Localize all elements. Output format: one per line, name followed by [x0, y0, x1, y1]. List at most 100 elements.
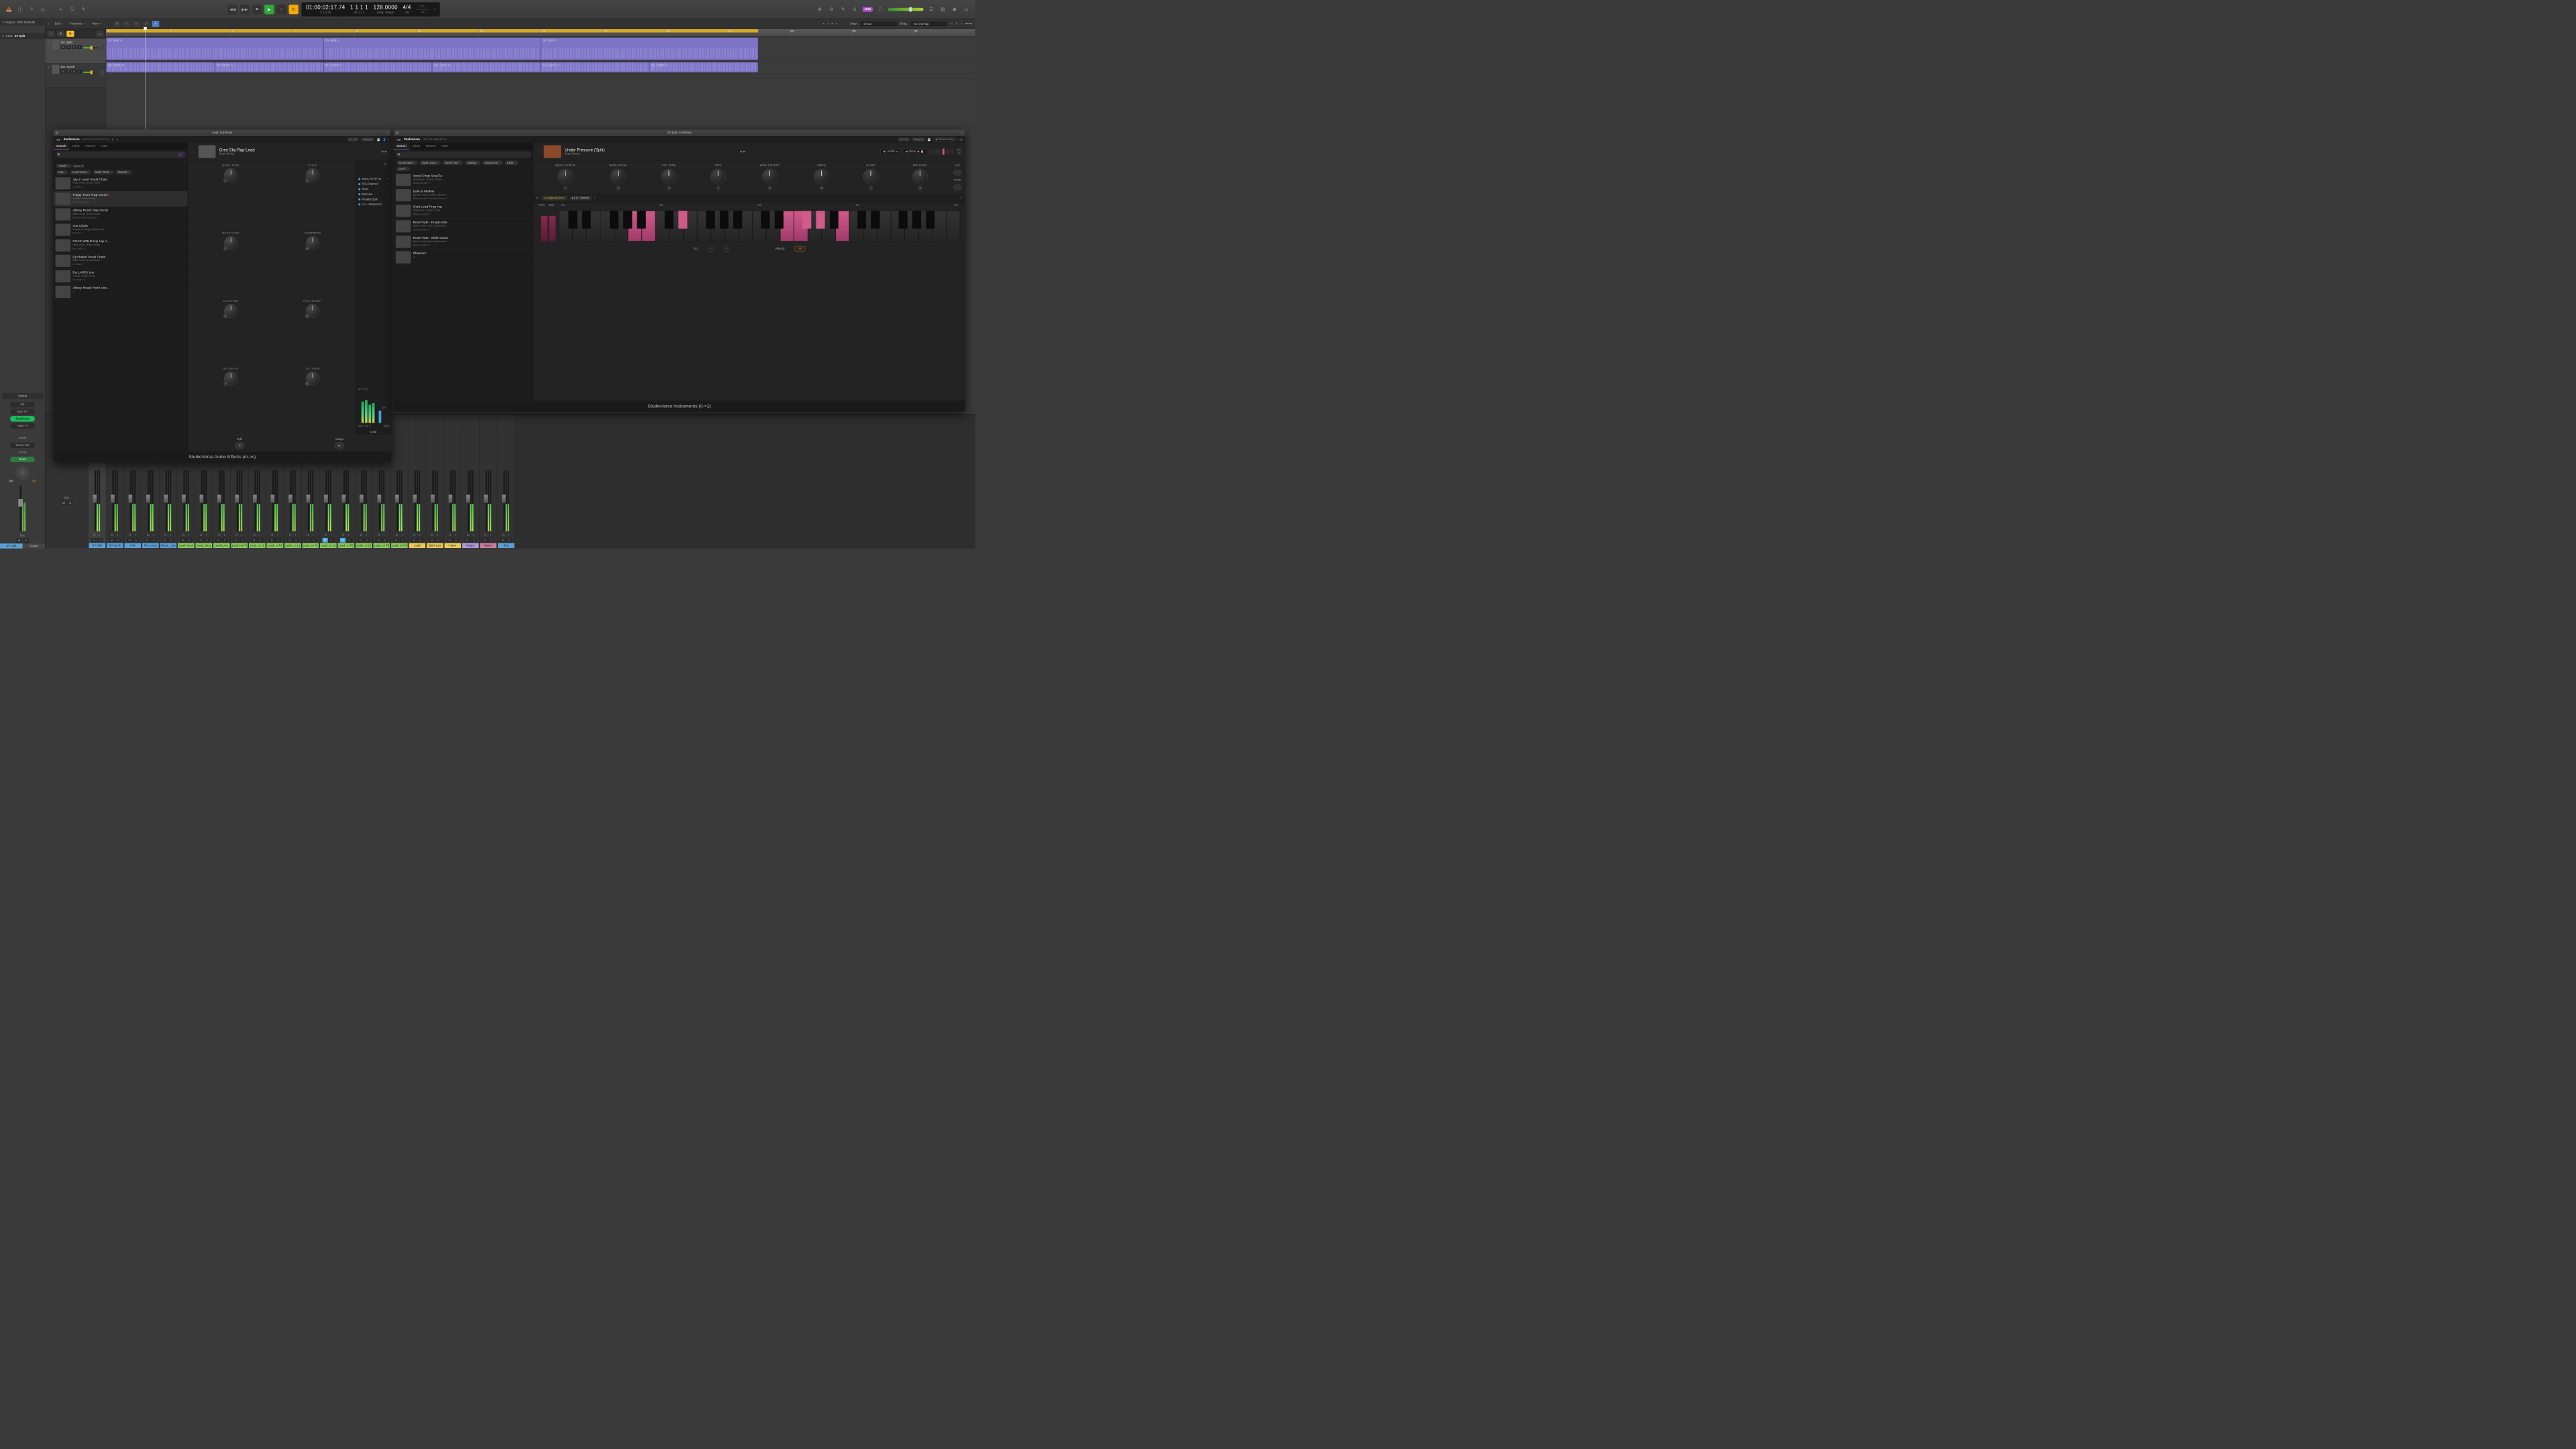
functions-menu[interactable]: Functions: [67, 21, 87, 27]
close-icon[interactable]: [56, 131, 59, 135]
piano-key[interactable]: [628, 211, 642, 241]
snap-select[interactable]: Smart: [860, 21, 898, 27]
expand-icon[interactable]: ⛶: [387, 131, 389, 135]
wave-view-icon[interactable]: ∿: [123, 21, 131, 27]
tag-chip[interactable]: EDM: [504, 160, 518, 165]
auto-icon[interactable]: ⤢: [143, 21, 150, 27]
prev-icon[interactable]: ◀: [381, 150, 383, 153]
piano-key[interactable]: [822, 211, 836, 241]
knob[interactable]: [661, 169, 677, 184]
track-header[interactable]: Track: SV Split: [0, 33, 45, 39]
piano-key[interactable]: [808, 211, 822, 241]
plugin-titlebar[interactable]: SV Split: Full Reset ⛶: [394, 129, 965, 136]
stop-button[interactable]: ■: [252, 5, 262, 14]
knob[interactable]: [557, 169, 573, 184]
ai-icon[interactable]: ✦: [178, 152, 184, 158]
region[interactable]: BG Synth ⟲: [106, 62, 215, 72]
piano-key[interactable]: [835, 211, 849, 241]
chain-expand-icon[interactable]: ⤢: [961, 197, 963, 200]
piano-key[interactable]: [877, 211, 891, 241]
browser-tab[interactable]: Search: [54, 143, 69, 150]
knob[interactable]: 6: [306, 304, 319, 317]
tag-chip[interactable]: Pop: [56, 170, 68, 175]
region[interactable]: BG Synth ⟲: [541, 62, 649, 72]
knob[interactable]: [710, 169, 726, 184]
plugin-window-audiofx[interactable]: Lead: Full Reset ⛶ ◀ ▶ StudioVerse AUDIO…: [54, 129, 392, 462]
lcd-display[interactable]: 01:00:02:17.742 2 4 46 1 1 1 125 1 1 1 1…: [301, 2, 439, 16]
automation-read[interactable]: Read: [10, 457, 35, 462]
piano-key[interactable]: [932, 211, 947, 241]
tag-chip[interactable]: Analog: [464, 160, 480, 165]
midifx-slot[interactable]: MIDI FX: [10, 409, 35, 415]
flex-icon[interactable]: ⎌: [133, 21, 140, 27]
stereo-out[interactable]: Stereo Out: [10, 443, 35, 448]
preset-item[interactable]: Abbey Road: Rock Voc... ✓: [54, 284, 188, 300]
browser-tab[interactable]: Recent: [423, 143, 438, 150]
region[interactable]: BG Synth ⟲: [323, 62, 432, 72]
mixer-channel[interactable]: RI MS Back Low: [426, 414, 444, 548]
piano-key[interactable]: [766, 211, 780, 241]
piano-key[interactable]: [559, 211, 573, 241]
tag-chip[interactable]: Lead Vocal: [70, 170, 91, 175]
tag-chip[interactable]: Reverb: [115, 170, 132, 175]
metronome-icon[interactable]: ◐: [57, 5, 65, 13]
preset-item[interactable]: Dark & MellowElectric Piano | Dark | Mel…: [394, 188, 533, 203]
plugin-titlebar[interactable]: Lead: Full Reset ⛶: [54, 129, 392, 136]
piano-key[interactable]: [891, 211, 905, 241]
mod-wheel[interactable]: [549, 216, 556, 241]
preset-item[interactable]: Vox ChainVocals | Energy | Bright | Air …: [54, 222, 188, 237]
knob[interactable]: 7: [224, 372, 237, 385]
region-header[interactable]: Region: MIDI Defaults: [0, 19, 45, 25]
piano-key[interactable]: [780, 211, 794, 241]
list-icon[interactable]: ☰: [927, 5, 935, 13]
browser-tab[interactable]: User: [439, 143, 451, 150]
assign-button[interactable]: [953, 184, 962, 191]
preset-item[interactable]: COLE WRLD Hip Hip A...Male Vocal | Rap V…: [54, 237, 188, 253]
preset-item[interactable]: Trippy Tune Trap Vocal ♥Vocals | Male Vo…: [54, 191, 188, 207]
next-icon[interactable]: ▶: [743, 150, 745, 153]
prev-icon[interactable]: ◀: [740, 150, 742, 153]
clear-all-link[interactable]: Clear All: [73, 164, 84, 168]
preset-item[interactable]: Jay Z Lead Vocal ChainMale Vocal | Lead …: [54, 176, 188, 191]
knob[interactable]: 8: [306, 372, 319, 385]
browser-tab[interactable]: Liked: [69, 143, 83, 150]
velocity-value[interactable]: 100: [795, 246, 805, 252]
help-icon[interactable]: ?: [28, 5, 36, 13]
track-header[interactable]: 1SV SplitMSRI: [45, 39, 105, 64]
piano-key[interactable]: [642, 211, 656, 241]
tag-chip[interactable]: Male Vocal: [93, 170, 114, 175]
tuner2-icon[interactable]: ✎: [839, 5, 847, 13]
play-button[interactable]: ▶: [264, 5, 274, 14]
tag-chip[interactable]: Sequencer: [482, 160, 503, 165]
hide-button[interactable]: H: [66, 31, 74, 37]
knob[interactable]: [610, 169, 626, 184]
preset-item[interactable]: Vocal Chop Seq FlaSequencer | Vocal Chop…: [394, 172, 533, 188]
piano-key[interactable]: [697, 211, 711, 241]
zoom-slider[interactable]: ●━━●: [965, 22, 972, 25]
go-icon[interactable]: →: [537, 150, 540, 154]
piano-key[interactable]: [573, 211, 587, 241]
mixer-channel[interactable]: RI MS Lead: [409, 414, 427, 548]
region[interactable]: SV Split ⟲: [106, 38, 323, 60]
knob[interactable]: [814, 169, 829, 184]
instrument-slot[interactable]: StudioVers: [10, 416, 35, 421]
pitch-wheel[interactable]: [541, 216, 547, 241]
eq-slot[interactable]: EQ: [10, 402, 35, 407]
pointer-tool-icon[interactable]: ↖: [822, 22, 824, 25]
setting-button[interactable]: Setting: [2, 393, 43, 399]
oct-down-button[interactable]: −: [708, 246, 713, 251]
piano-key[interactable]: [684, 211, 698, 241]
tuner-icon[interactable]: ⎋: [68, 5, 76, 13]
scale-select[interactable]: ◀ Minor ▶ 🔒: [902, 149, 926, 154]
piano-key[interactable]: [753, 211, 767, 241]
piano-key[interactable]: [849, 211, 863, 241]
mixer-channel[interactable]: RI MS Lead...m C4: [390, 414, 409, 548]
chain-chip[interactable]: ● Keybord Zns ▾: [541, 196, 567, 201]
grid-view-icon[interactable]: ⊞: [113, 21, 121, 27]
up-icon[interactable]: ↑: [48, 22, 50, 25]
preset-item[interactable]: Phantom ✓: [394, 250, 533, 265]
plugin-window-instrument[interactable]: SV Split: Full Reset ⛶ ◀ ▶ StudioVerse I…: [394, 129, 965, 411]
fx-slot[interactable]: Parallel Split+: [358, 197, 390, 202]
preset-item[interactable]: Abbey Road: Rap VocalMale Vocal | Lead V…: [54, 207, 188, 222]
fx-slot[interactable]: RVox+: [358, 186, 390, 192]
